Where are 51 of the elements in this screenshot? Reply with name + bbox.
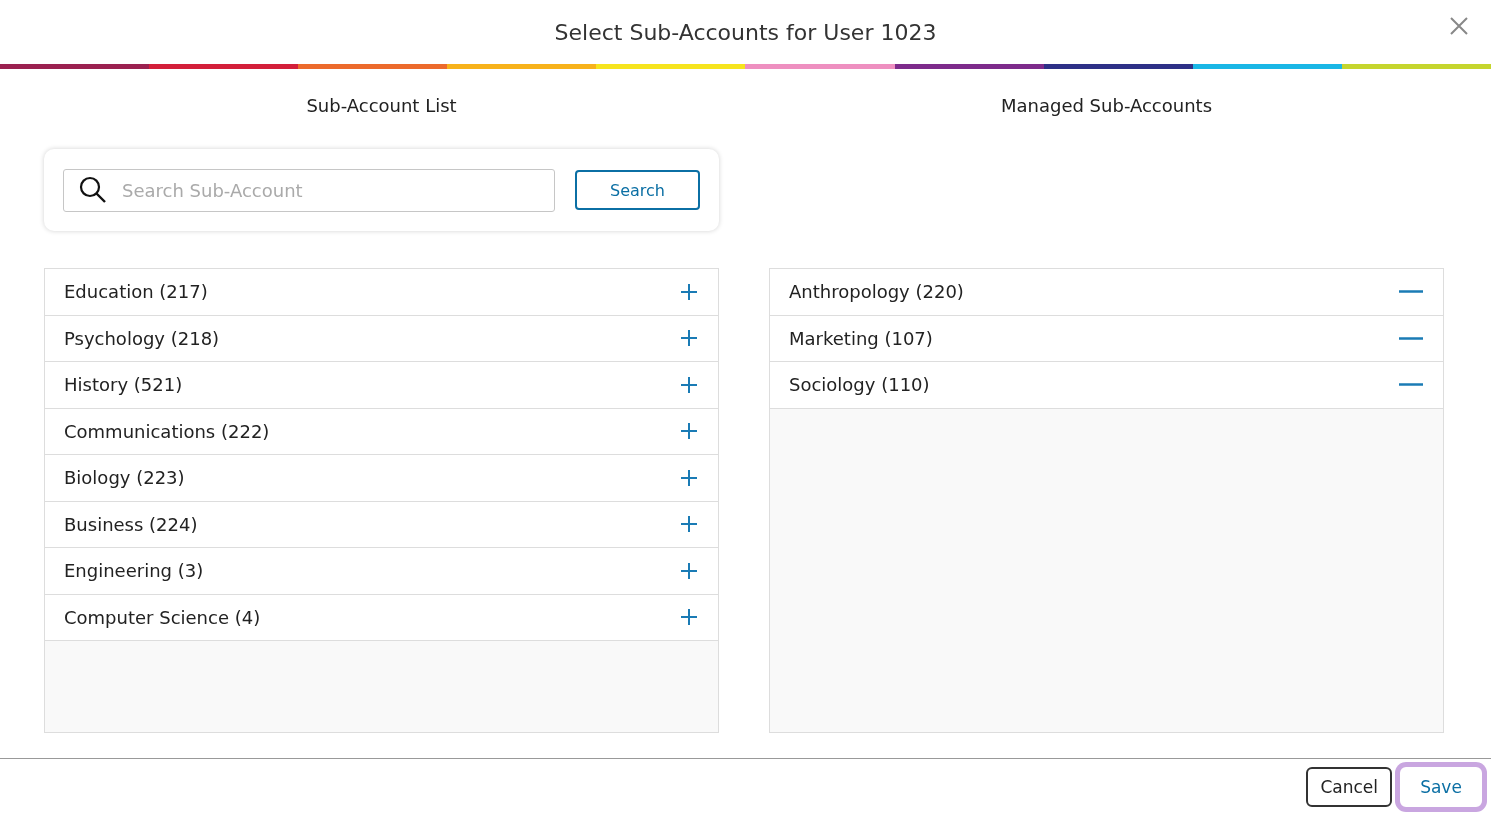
dialog-title: Select Sub-Accounts for User 1023	[554, 19, 937, 45]
row-label: History (521)	[64, 374, 183, 396]
add-button[interactable]	[680, 608, 698, 627]
list-row[interactable]: Computer Science (4)	[45, 594, 718, 641]
add-button[interactable]	[680, 329, 698, 348]
list-row[interactable]: Communications (222)	[45, 408, 718, 455]
add-button[interactable]	[680, 468, 698, 487]
row-label: Biology (223)	[64, 467, 185, 489]
list-row[interactable]: Marketing (107)	[770, 315, 1443, 362]
add-button[interactable]	[680, 422, 698, 441]
row-label: Business (224)	[64, 513, 198, 535]
add-button[interactable]	[680, 515, 698, 534]
plus-icon	[680, 282, 698, 301]
plus-icon	[680, 468, 698, 487]
row-label: Marketing (107)	[789, 327, 933, 349]
list-row[interactable]: Psychology (218)	[45, 315, 718, 362]
cancel-button[interactable]: Cancel	[1306, 767, 1392, 807]
row-label: Sociology (110)	[789, 374, 930, 396]
row-label: Communications (222)	[64, 420, 270, 442]
row-label: Education (217)	[64, 281, 208, 303]
plus-icon	[680, 561, 698, 580]
add-button[interactable]	[680, 561, 698, 580]
list-row[interactable]: Education (217)	[45, 269, 718, 316]
list-row[interactable]: Business (224)	[45, 501, 718, 548]
remove-button[interactable]	[1399, 290, 1423, 294]
plus-icon	[680, 329, 698, 348]
search-button[interactable]: Search	[575, 170, 700, 210]
minus-icon	[1399, 383, 1423, 387]
add-button[interactable]	[680, 375, 698, 394]
list-row[interactable]: Engineering (3)	[45, 548, 718, 595]
row-label: Anthropology (220)	[789, 281, 964, 303]
plus-icon	[680, 375, 698, 394]
plus-icon	[680, 608, 698, 627]
remove-button[interactable]	[1399, 383, 1423, 387]
row-label: Engineering (3)	[64, 560, 204, 582]
search-icon	[79, 175, 107, 204]
list-row[interactable]: Sociology (110)	[770, 362, 1443, 409]
plus-icon	[680, 515, 698, 534]
list-heading: Managed Sub-Accounts	[999, 95, 1214, 118]
list-row[interactable]: Anthropology (220)	[770, 269, 1443, 316]
plus-icon	[680, 422, 698, 441]
row-label: Computer Science (4)	[64, 606, 261, 628]
row-label: Psychology (218)	[64, 327, 220, 349]
list-row[interactable]: Biology (223)	[45, 455, 718, 502]
minus-icon	[1399, 336, 1423, 340]
search-field[interactable]: Search Sub-Account	[63, 168, 555, 212]
minus-icon	[1399, 290, 1423, 294]
remove-button[interactable]	[1399, 336, 1423, 340]
list-row[interactable]: History (521)	[45, 362, 718, 409]
list-heading: Sub-Account List	[305, 95, 458, 118]
add-button[interactable]	[680, 282, 698, 301]
